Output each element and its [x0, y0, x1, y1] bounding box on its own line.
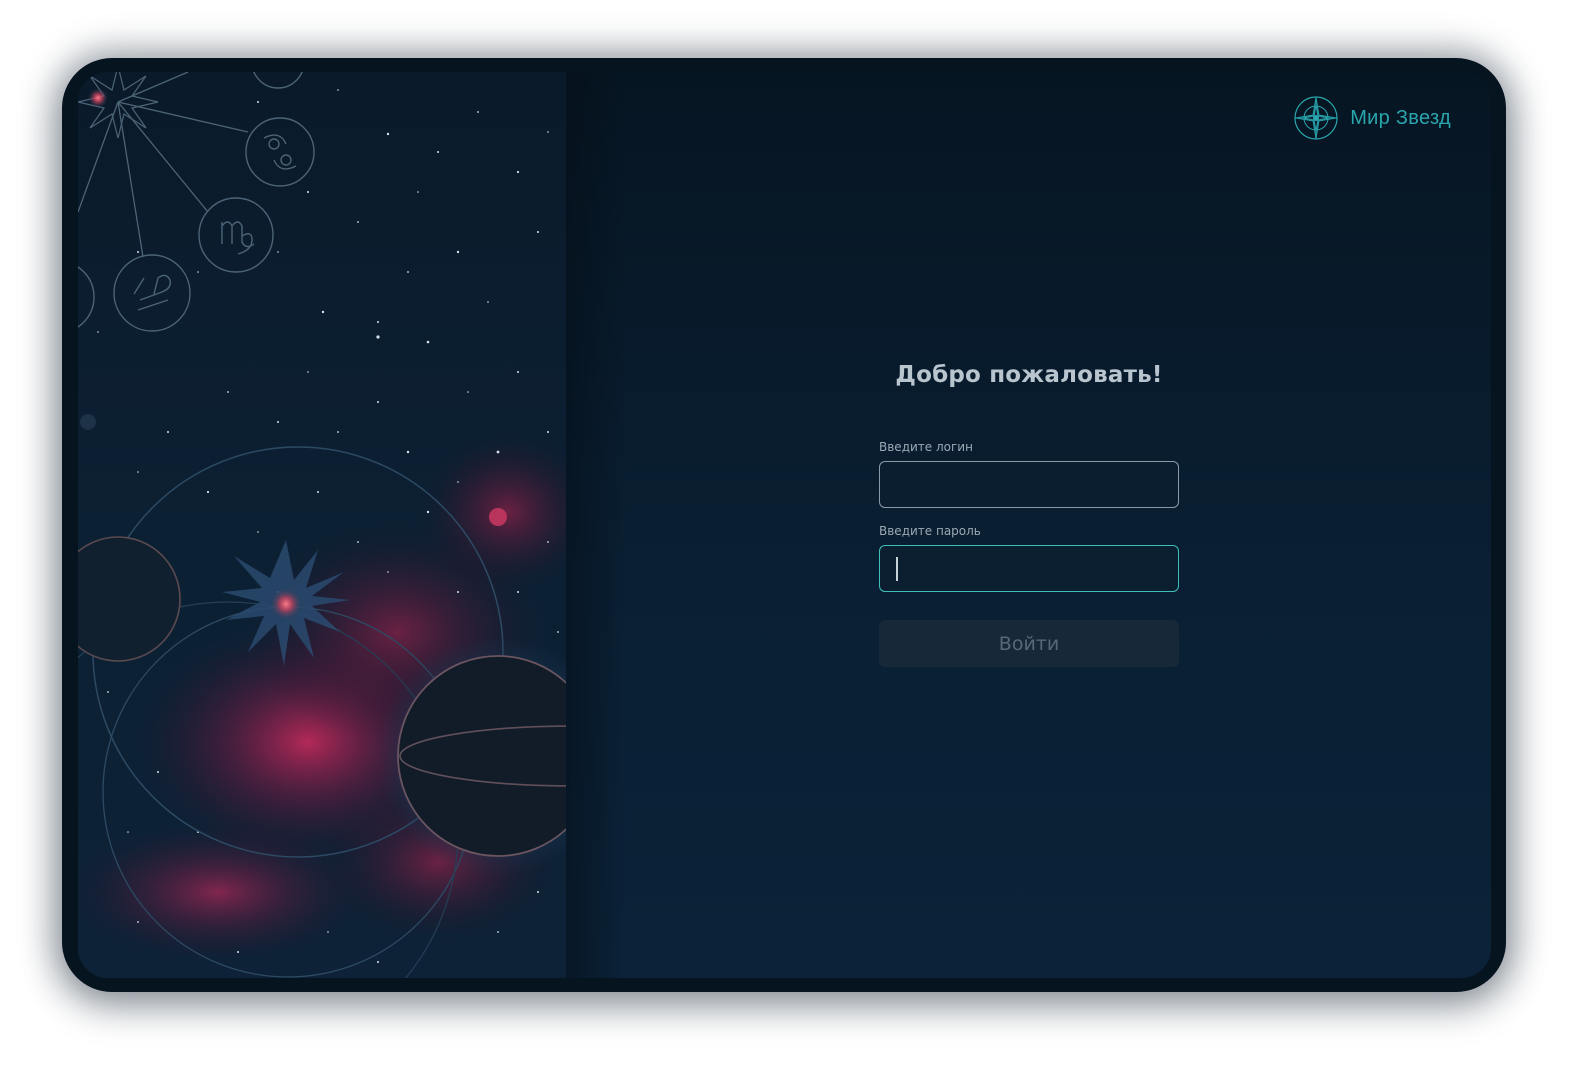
panel-divider-shadow [566, 72, 626, 978]
login-input[interactable] [879, 461, 1179, 508]
password-input[interactable] [879, 545, 1179, 592]
space-illustration [78, 72, 566, 978]
welcome-title: Добро пожаловать! [895, 362, 1163, 388]
login-label: Введите логин [879, 440, 973, 454]
libra-icon [113, 254, 191, 332]
app-name: Мир Звезд [1350, 106, 1451, 129]
compass-star-icon [1294, 96, 1338, 140]
space-illustration-panel [78, 72, 566, 978]
app-logo[interactable]: Мир Звезд [1292, 94, 1451, 142]
login-screen: Мир Звезд Добро пожаловать! Введите логи… [78, 72, 1491, 978]
nebula-spot [489, 508, 507, 526]
password-label: Введите пароль [879, 524, 981, 538]
login-form: Добро пожаловать! Введите логин Введите … [879, 362, 1179, 667]
zodiac-circle-partial [78, 266, 95, 328]
zodiac-circle-partial [253, 72, 303, 89]
login-button[interactable]: Войти [879, 620, 1179, 667]
cancer-icon [245, 117, 315, 187]
device-frame: Мир Звезд Добро пожаловать! Введите логи… [62, 58, 1506, 992]
small-moon [80, 414, 96, 430]
planet-left [78, 536, 181, 662]
text-caret [896, 557, 898, 581]
virgo-icon [198, 197, 274, 273]
